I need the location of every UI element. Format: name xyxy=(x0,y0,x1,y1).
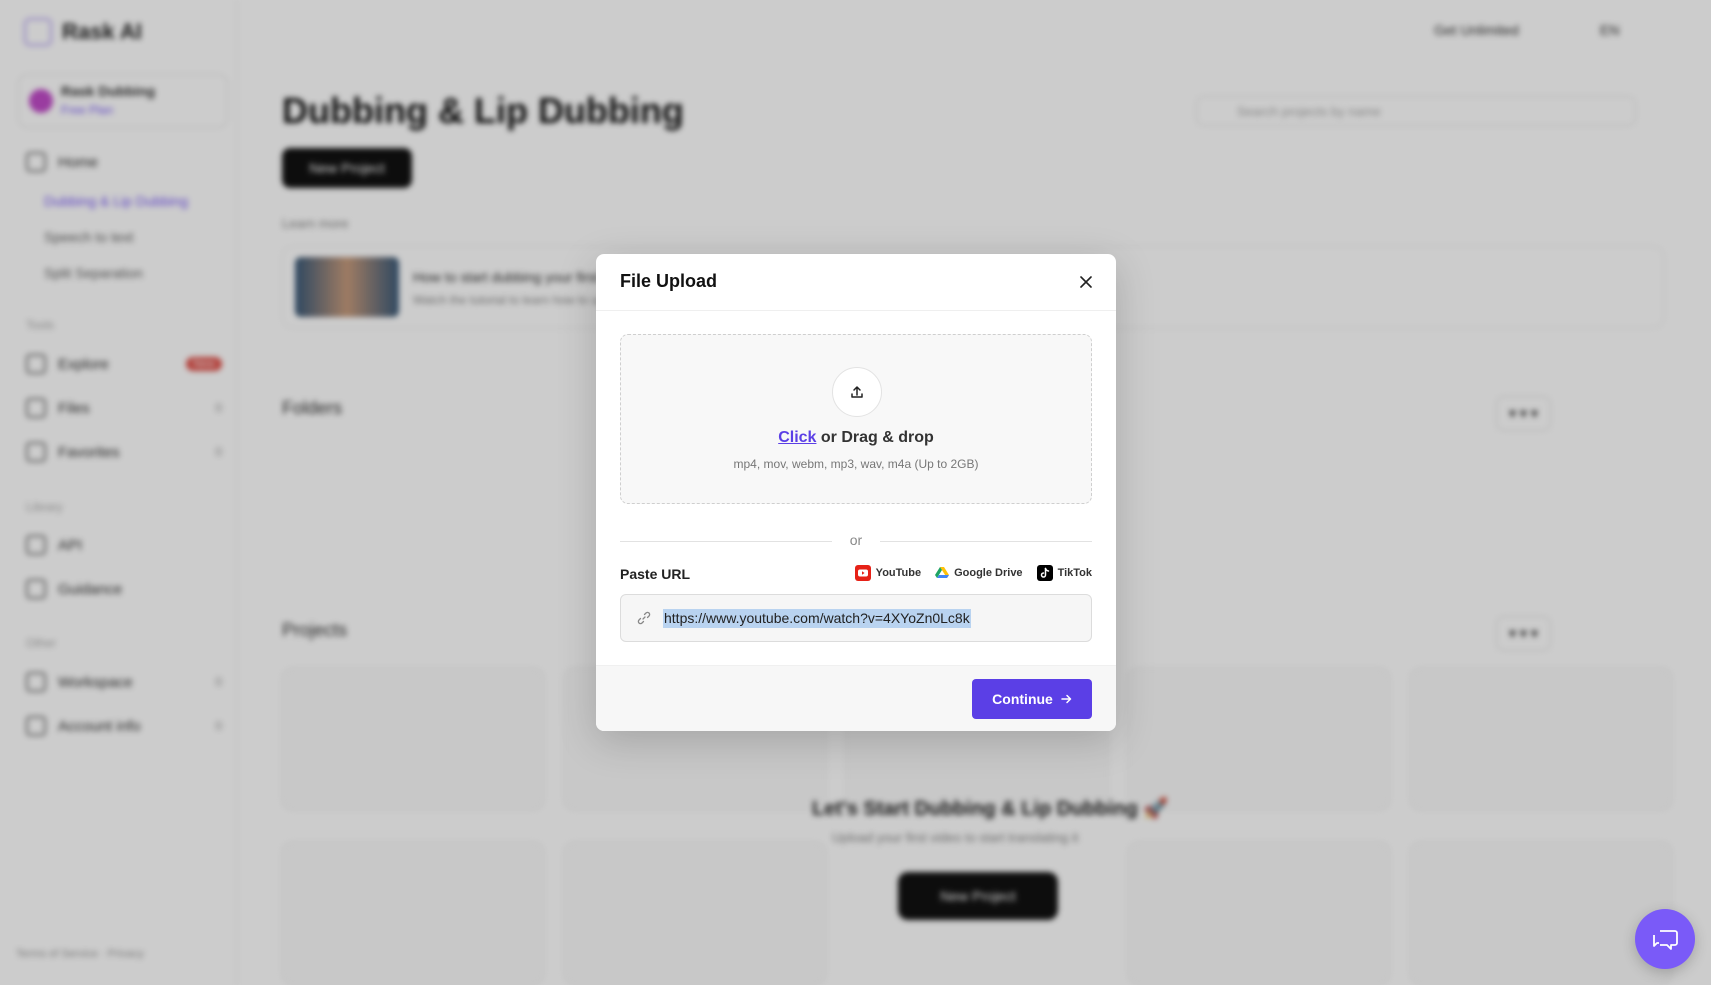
continue-button[interactable]: Continue xyxy=(972,679,1092,719)
supported-sources: YouTube Google Drive TikTok xyxy=(854,565,1092,581)
modal-header: File Upload xyxy=(596,254,1116,311)
close-icon xyxy=(1080,276,1092,288)
dropzone-instruction: Click or Drag & drop xyxy=(621,429,1091,447)
chat-icon xyxy=(1653,930,1678,950)
modal-title: File Upload xyxy=(620,271,718,291)
url-input-value[interactable]: https://www.youtube.com/watch?v=4XYoZn0L… xyxy=(663,609,971,628)
google-drive-icon xyxy=(935,567,950,578)
file-upload-modal: File Upload Click or Drag & drop mp4, mo… xyxy=(596,254,1116,731)
arrow-right-icon xyxy=(1061,694,1072,704)
upload-button[interactable] xyxy=(832,367,882,417)
close-button[interactable] xyxy=(1074,270,1098,294)
click-to-upload-link[interactable]: Click xyxy=(778,429,816,446)
continue-label: Continue xyxy=(992,691,1053,707)
chat-support-button[interactable] xyxy=(1635,909,1695,969)
divider-text: or xyxy=(849,532,863,548)
source-label: YouTube xyxy=(875,567,922,579)
source-youtube: YouTube xyxy=(854,565,922,581)
source-label: TikTok xyxy=(1057,567,1092,579)
tiktok-icon xyxy=(1036,565,1053,581)
drag-drop-text: or Drag & drop xyxy=(816,429,934,446)
link-icon xyxy=(637,611,651,625)
youtube-icon xyxy=(854,565,871,581)
upload-icon xyxy=(851,386,863,398)
source-label: Google Drive xyxy=(954,567,1023,579)
modal-footer: Continue xyxy=(596,665,1116,731)
divider-line-right xyxy=(880,541,1092,542)
upload-dropzone[interactable]: Click or Drag & drop mp4, mov, webm, mp3… xyxy=(620,334,1092,504)
supported-formats: mp4, mov, webm, mp3, wav, m4a (Up to 2GB… xyxy=(733,457,979,471)
source-google-drive: Google Drive xyxy=(935,567,1023,579)
source-tiktok: TikTok xyxy=(1036,565,1092,581)
paste-url-label: Paste URL xyxy=(620,566,691,582)
url-input[interactable]: https://www.youtube.com/watch?v=4XYoZn0L… xyxy=(620,594,1092,642)
or-divider: or xyxy=(620,532,1092,552)
